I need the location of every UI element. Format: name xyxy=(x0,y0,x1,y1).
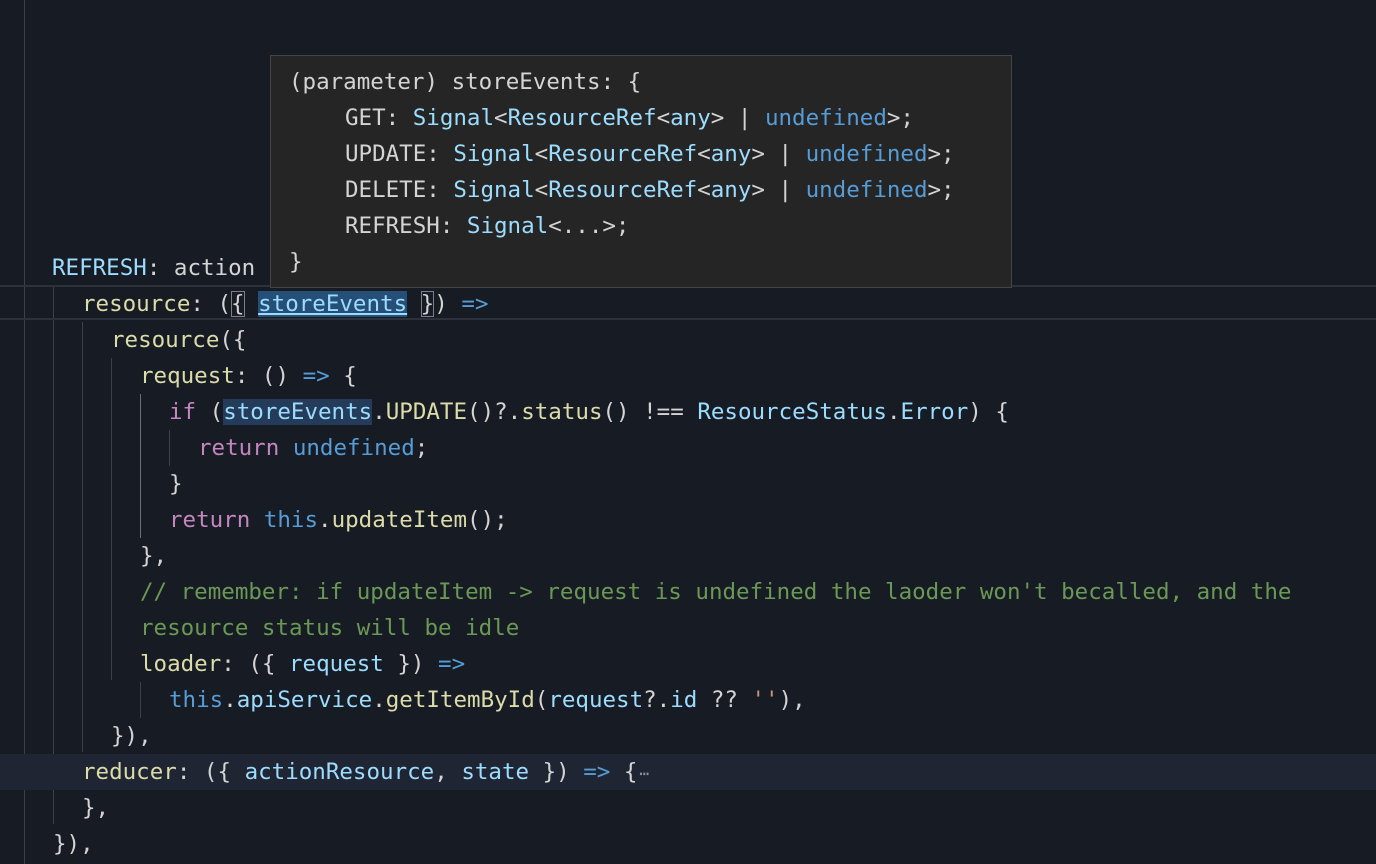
code-line[interactable]: }), xyxy=(0,718,1376,754)
comment-line-1: // remember: if updateItem -> request is… xyxy=(140,579,1292,605)
hover-signal: Signal xyxy=(412,105,495,131)
api-service: apiService xyxy=(236,687,373,713)
request-param: request xyxy=(289,651,384,677)
error-member: Error xyxy=(900,399,969,425)
hover-undefined: undefined xyxy=(805,141,928,167)
comment-line-2: resource status will be idle xyxy=(140,615,520,641)
fold-ellipsis-icon[interactable]: ⋯ xyxy=(639,756,649,792)
hover-any: any xyxy=(670,105,711,131)
code-line[interactable]: }, xyxy=(0,538,1376,574)
hover-any: any xyxy=(710,177,752,203)
code-line[interactable]: this.apiService.getItemById(request?.id … xyxy=(0,682,1376,718)
code-line[interactable]: resource status will be idle xyxy=(0,610,1376,646)
code-line[interactable]: return undefined; xyxy=(0,430,1376,466)
hover-signal: Signal xyxy=(466,213,549,239)
code-line-current[interactable]: reducer: ({ actionResource, state }) => … xyxy=(0,754,1376,790)
if-keyword: if xyxy=(169,399,197,425)
hover-tooltip: (parameter) storeEvents: { GET: Signal<R… xyxy=(270,55,1012,288)
id-prop: id xyxy=(670,687,698,713)
hover-key: DELETE xyxy=(345,177,427,203)
hover-key: GET xyxy=(345,105,386,131)
code-editor[interactable]: REFRESH: action resource: ({ storeEvents… xyxy=(0,0,1376,864)
hover-param-suffix: : { xyxy=(600,69,642,95)
reducer-key: reducer xyxy=(82,759,177,785)
return-keyword: return xyxy=(198,435,280,461)
update-member: UPDATE xyxy=(385,399,468,425)
hover-signal: Signal xyxy=(453,177,535,203)
hover-resource-ref: ResourceRef xyxy=(548,177,698,203)
resource-key: resource xyxy=(82,291,191,317)
hover-rest: <...>; xyxy=(548,213,630,239)
hover-key: REFRESH xyxy=(345,213,440,239)
code-line[interactable]: resource({ xyxy=(0,322,1376,358)
code-line[interactable]: loader: ({ request }) => xyxy=(0,646,1376,682)
request-arg: request xyxy=(548,687,644,713)
code-line[interactable]: resource: ({ storeEvents }) => xyxy=(0,286,1376,322)
code-line[interactable]: } xyxy=(0,466,1376,502)
refresh-after: : action xyxy=(146,255,256,281)
empty-string: '' xyxy=(751,687,779,713)
code-line[interactable]: return this.updateItem(); xyxy=(0,502,1376,538)
hover-close-brace: } xyxy=(289,249,303,275)
bracket-close: } xyxy=(420,291,435,317)
hover-undefined: undefined xyxy=(805,177,928,203)
code-line[interactable]: }), xyxy=(0,826,1376,862)
store-events-ref[interactable]: storeEvents xyxy=(223,399,373,425)
resource-call: resource xyxy=(111,327,220,353)
resource-status-class: ResourceStatus xyxy=(697,399,887,425)
refresh-key: REFRESH xyxy=(52,255,147,281)
status-call: status xyxy=(521,399,603,425)
hover-resource-ref: ResourceRef xyxy=(507,105,657,131)
loader-key: loader xyxy=(140,651,222,677)
hover-undefined: undefined xyxy=(764,105,887,131)
get-item-by-id-call: getItemById xyxy=(385,687,535,713)
return-keyword: return xyxy=(169,507,251,533)
code-line[interactable]: if (storeEvents.UPDATE()?.status() !== R… xyxy=(0,394,1376,430)
request-key: request xyxy=(140,363,235,389)
code-line[interactable]: // remember: if updateItem -> request is… xyxy=(0,574,1376,610)
code-line[interactable]: request: () => { xyxy=(0,358,1376,394)
this-keyword: this xyxy=(169,687,224,713)
hover-signal: Signal xyxy=(453,141,535,167)
bracket-open: { xyxy=(231,291,245,317)
hover-key: UPDATE xyxy=(345,141,427,167)
hover-param-prefix: (parameter) xyxy=(289,69,452,95)
hover-param-name: storeEvents xyxy=(451,69,601,95)
this-keyword: this xyxy=(263,507,319,533)
undefined-value: undefined xyxy=(292,435,415,461)
state-param: state xyxy=(461,759,530,785)
update-item-call: updateItem xyxy=(331,507,468,533)
code-line[interactable]: }, xyxy=(0,790,1376,826)
store-events-param[interactable]: storeEvents xyxy=(258,291,408,317)
hover-resource-ref: ResourceRef xyxy=(548,141,698,167)
hover-any: any xyxy=(710,141,752,167)
action-resource-param: actionResource xyxy=(244,759,435,785)
